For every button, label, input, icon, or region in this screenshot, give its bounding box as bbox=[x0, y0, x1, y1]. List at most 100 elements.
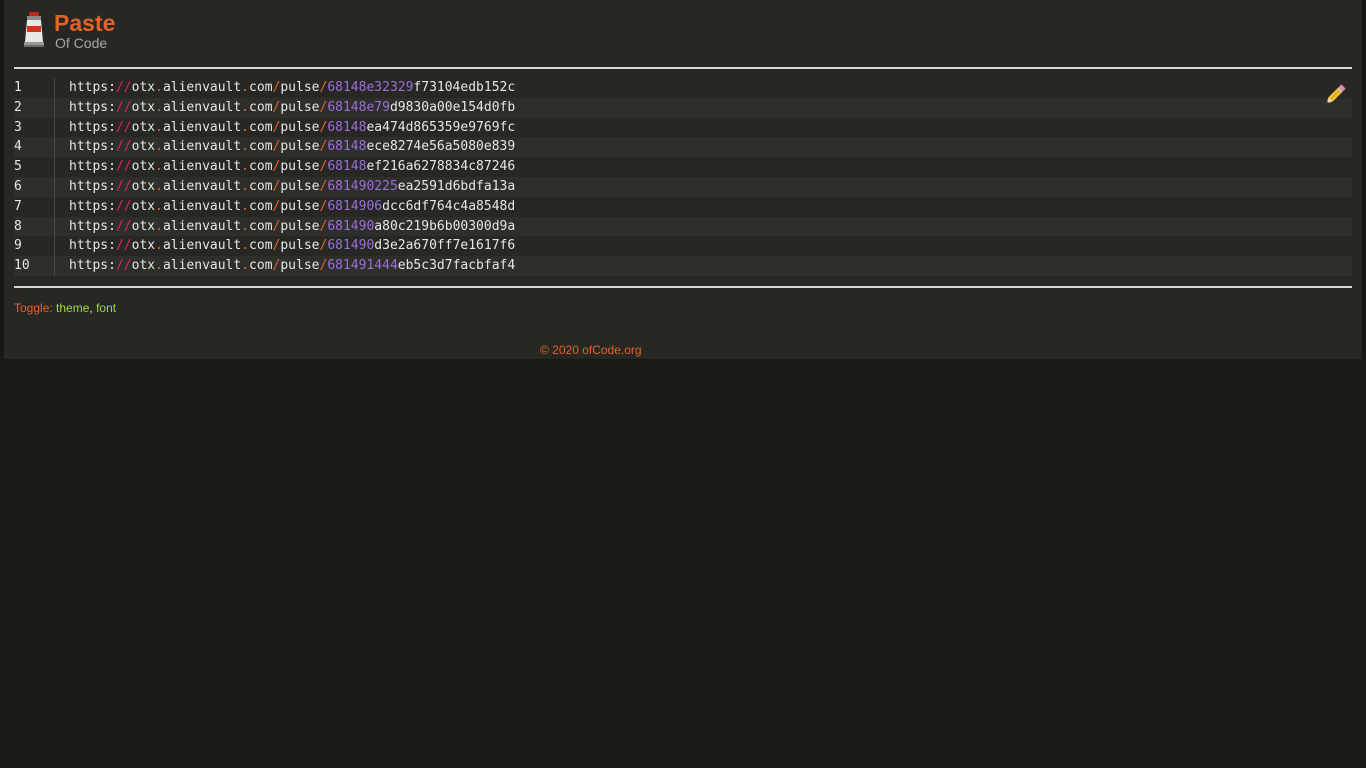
line-code: https://otx.alienvault.com/pulse/68148ec… bbox=[69, 137, 515, 157]
line-code: https://otx.alienvault.com/pulse/6814914… bbox=[69, 256, 515, 276]
url-scheme: https: bbox=[69, 178, 116, 194]
line-number: 9 bbox=[14, 236, 55, 257]
url-slashes: // bbox=[115, 218, 132, 234]
url-id-number: 68148 bbox=[327, 139, 367, 155]
url-host-part: alienvault bbox=[162, 198, 242, 214]
url-scheme: https: bbox=[69, 238, 116, 254]
url-scheme: https: bbox=[69, 159, 116, 175]
url-host-part: otx bbox=[131, 198, 156, 214]
line-number: 3 bbox=[14, 117, 55, 138]
pencil-icon[interactable] bbox=[1322, 82, 1348, 108]
url-scheme: https: bbox=[69, 99, 116, 115]
url-host-part: otx bbox=[131, 258, 156, 274]
url-slashes: // bbox=[115, 99, 132, 115]
code-line: 4 https://otx.alienvault.com/pulse/68148e… bbox=[14, 137, 1352, 158]
url-dot: . bbox=[155, 218, 163, 234]
line-code: https://otx.alienvault.com/pulse/681490a… bbox=[69, 217, 515, 237]
url-host-part: com bbox=[249, 238, 273, 254]
url-host-part: alienvault bbox=[162, 238, 242, 254]
line-code: https://otx.alienvault.com/pulse/681490d… bbox=[69, 236, 515, 256]
url-path: pulse bbox=[280, 218, 320, 234]
url-id-hex: d3e2a670ff7e1617f6 bbox=[374, 238, 516, 254]
toggle-font-link[interactable]: font bbox=[96, 301, 116, 315]
code-line: 6 https://otx.alienvault.com/pulse/681490… bbox=[14, 176, 1352, 197]
url-id-number: 68148e32329 bbox=[327, 80, 414, 95]
site-header: Paste Of Code bbox=[4, 0, 1362, 68]
url-id-hex: ea2591d6bdfa13a bbox=[397, 178, 516, 194]
url-dot: . bbox=[155, 238, 163, 254]
url-slashes: // bbox=[115, 80, 132, 95]
url-id-number: 68148 bbox=[327, 159, 367, 175]
url-dot: . bbox=[241, 218, 250, 234]
code-line: 10 https://otx.alienvault.com/pulse/68149… bbox=[14, 256, 1352, 276]
url-host-part: com bbox=[249, 258, 273, 274]
url-dot: . bbox=[155, 139, 163, 155]
code-line: 1 https://otx.alienvault.com/pulse/68148e… bbox=[14, 78, 1352, 98]
url-dot: . bbox=[155, 178, 163, 194]
code-line: 5 https://otx.alienvault.com/pulse/68148e… bbox=[14, 157, 1352, 177]
site-title[interactable]: Paste bbox=[54, 10, 115, 36]
code-line: 3 https://otx.alienvault.com/pulse/68148e… bbox=[14, 117, 1352, 138]
url-host-part: com bbox=[249, 80, 273, 95]
url-scheme: https: bbox=[69, 119, 116, 135]
url-dot: . bbox=[155, 80, 163, 95]
url-id-number: 68148e79 bbox=[327, 99, 390, 115]
url-dot: . bbox=[241, 238, 250, 254]
page-container: Paste Of Code 1 https://otx.alienvault.co… bbox=[4, 0, 1362, 359]
url-host-part: otx bbox=[131, 139, 156, 155]
line-code: https://otx.alienvault.com/pulse/68148ef… bbox=[69, 157, 515, 177]
line-code: https://otx.alienvault.com/pulse/6814906… bbox=[69, 197, 515, 217]
url-dot: . bbox=[241, 80, 250, 95]
url-scheme: https: bbox=[69, 198, 116, 214]
url-dot: . bbox=[155, 159, 163, 175]
url-path: pulse bbox=[280, 159, 320, 175]
url-id-number: 681490225 bbox=[327, 178, 398, 194]
line-number: 1 bbox=[14, 78, 55, 98]
url-host-part: com bbox=[249, 178, 273, 194]
bottom-divider bbox=[14, 286, 1352, 288]
code-line: 8 https://otx.alienvault.com/pulse/681490… bbox=[14, 216, 1352, 237]
url-host-part: alienvault bbox=[162, 119, 242, 135]
url-id-hex: ef216a6278834c87246 bbox=[366, 159, 516, 175]
line-code: https://otx.alienvault.com/pulse/68148ea… bbox=[69, 118, 515, 138]
url-host-part: alienvault bbox=[162, 139, 242, 155]
toggle-theme-link[interactable]: theme bbox=[56, 301, 89, 315]
url-host-part: alienvault bbox=[162, 80, 242, 95]
toggle-separator: , bbox=[89, 301, 93, 315]
url-id-hex: dcc6df764c4a8548d bbox=[382, 198, 516, 214]
line-code: https://otx.alienvault.com/pulse/6814902… bbox=[69, 177, 515, 197]
url-id-number: 681491444 bbox=[327, 258, 398, 274]
line-code: https://otx.alienvault.com/pulse/68148e7… bbox=[69, 98, 515, 118]
url-dot: . bbox=[241, 139, 250, 155]
url-host-part: alienvault bbox=[162, 99, 242, 115]
url-dot: . bbox=[155, 99, 163, 115]
url-path: pulse bbox=[280, 139, 320, 155]
url-path: pulse bbox=[280, 258, 320, 274]
url-host-part: com bbox=[249, 218, 273, 234]
url-host-part: com bbox=[249, 159, 273, 175]
url-host-part: com bbox=[249, 119, 273, 135]
footer-copyright[interactable]: © 2020 ofCode.org bbox=[540, 342, 642, 358]
url-id-number: 6814906 bbox=[327, 198, 383, 214]
url-scheme: https: bbox=[69, 80, 116, 95]
url-dot: . bbox=[241, 119, 250, 135]
site-subtitle: Of Code bbox=[55, 35, 108, 51]
url-dot: . bbox=[241, 159, 250, 175]
url-host-part: alienvault bbox=[162, 159, 242, 175]
url-dot: . bbox=[241, 178, 250, 194]
url-scheme: https: bbox=[69, 258, 116, 274]
url-host-part: otx bbox=[131, 238, 156, 254]
url-host-part: com bbox=[249, 198, 273, 214]
url-id-hex: ea474d865359e9769fc bbox=[366, 119, 516, 135]
url-dot: . bbox=[241, 198, 250, 214]
url-id-hex: a80c219b6b00300d9a bbox=[374, 218, 516, 234]
url-scheme: https: bbox=[69, 218, 116, 234]
code-line: 9 https://otx.alienvault.com/pulse/681490… bbox=[14, 236, 1352, 257]
line-number: 10 bbox=[14, 256, 55, 276]
line-number: 4 bbox=[14, 137, 55, 158]
url-id-hex: eb5c3d7facbfaf4 bbox=[397, 258, 516, 274]
url-dot: . bbox=[155, 119, 163, 135]
url-id-hex: ece8274e56a5080e839 bbox=[366, 139, 516, 155]
url-slashes: // bbox=[115, 238, 132, 254]
paint-tube-icon[interactable] bbox=[21, 12, 47, 48]
